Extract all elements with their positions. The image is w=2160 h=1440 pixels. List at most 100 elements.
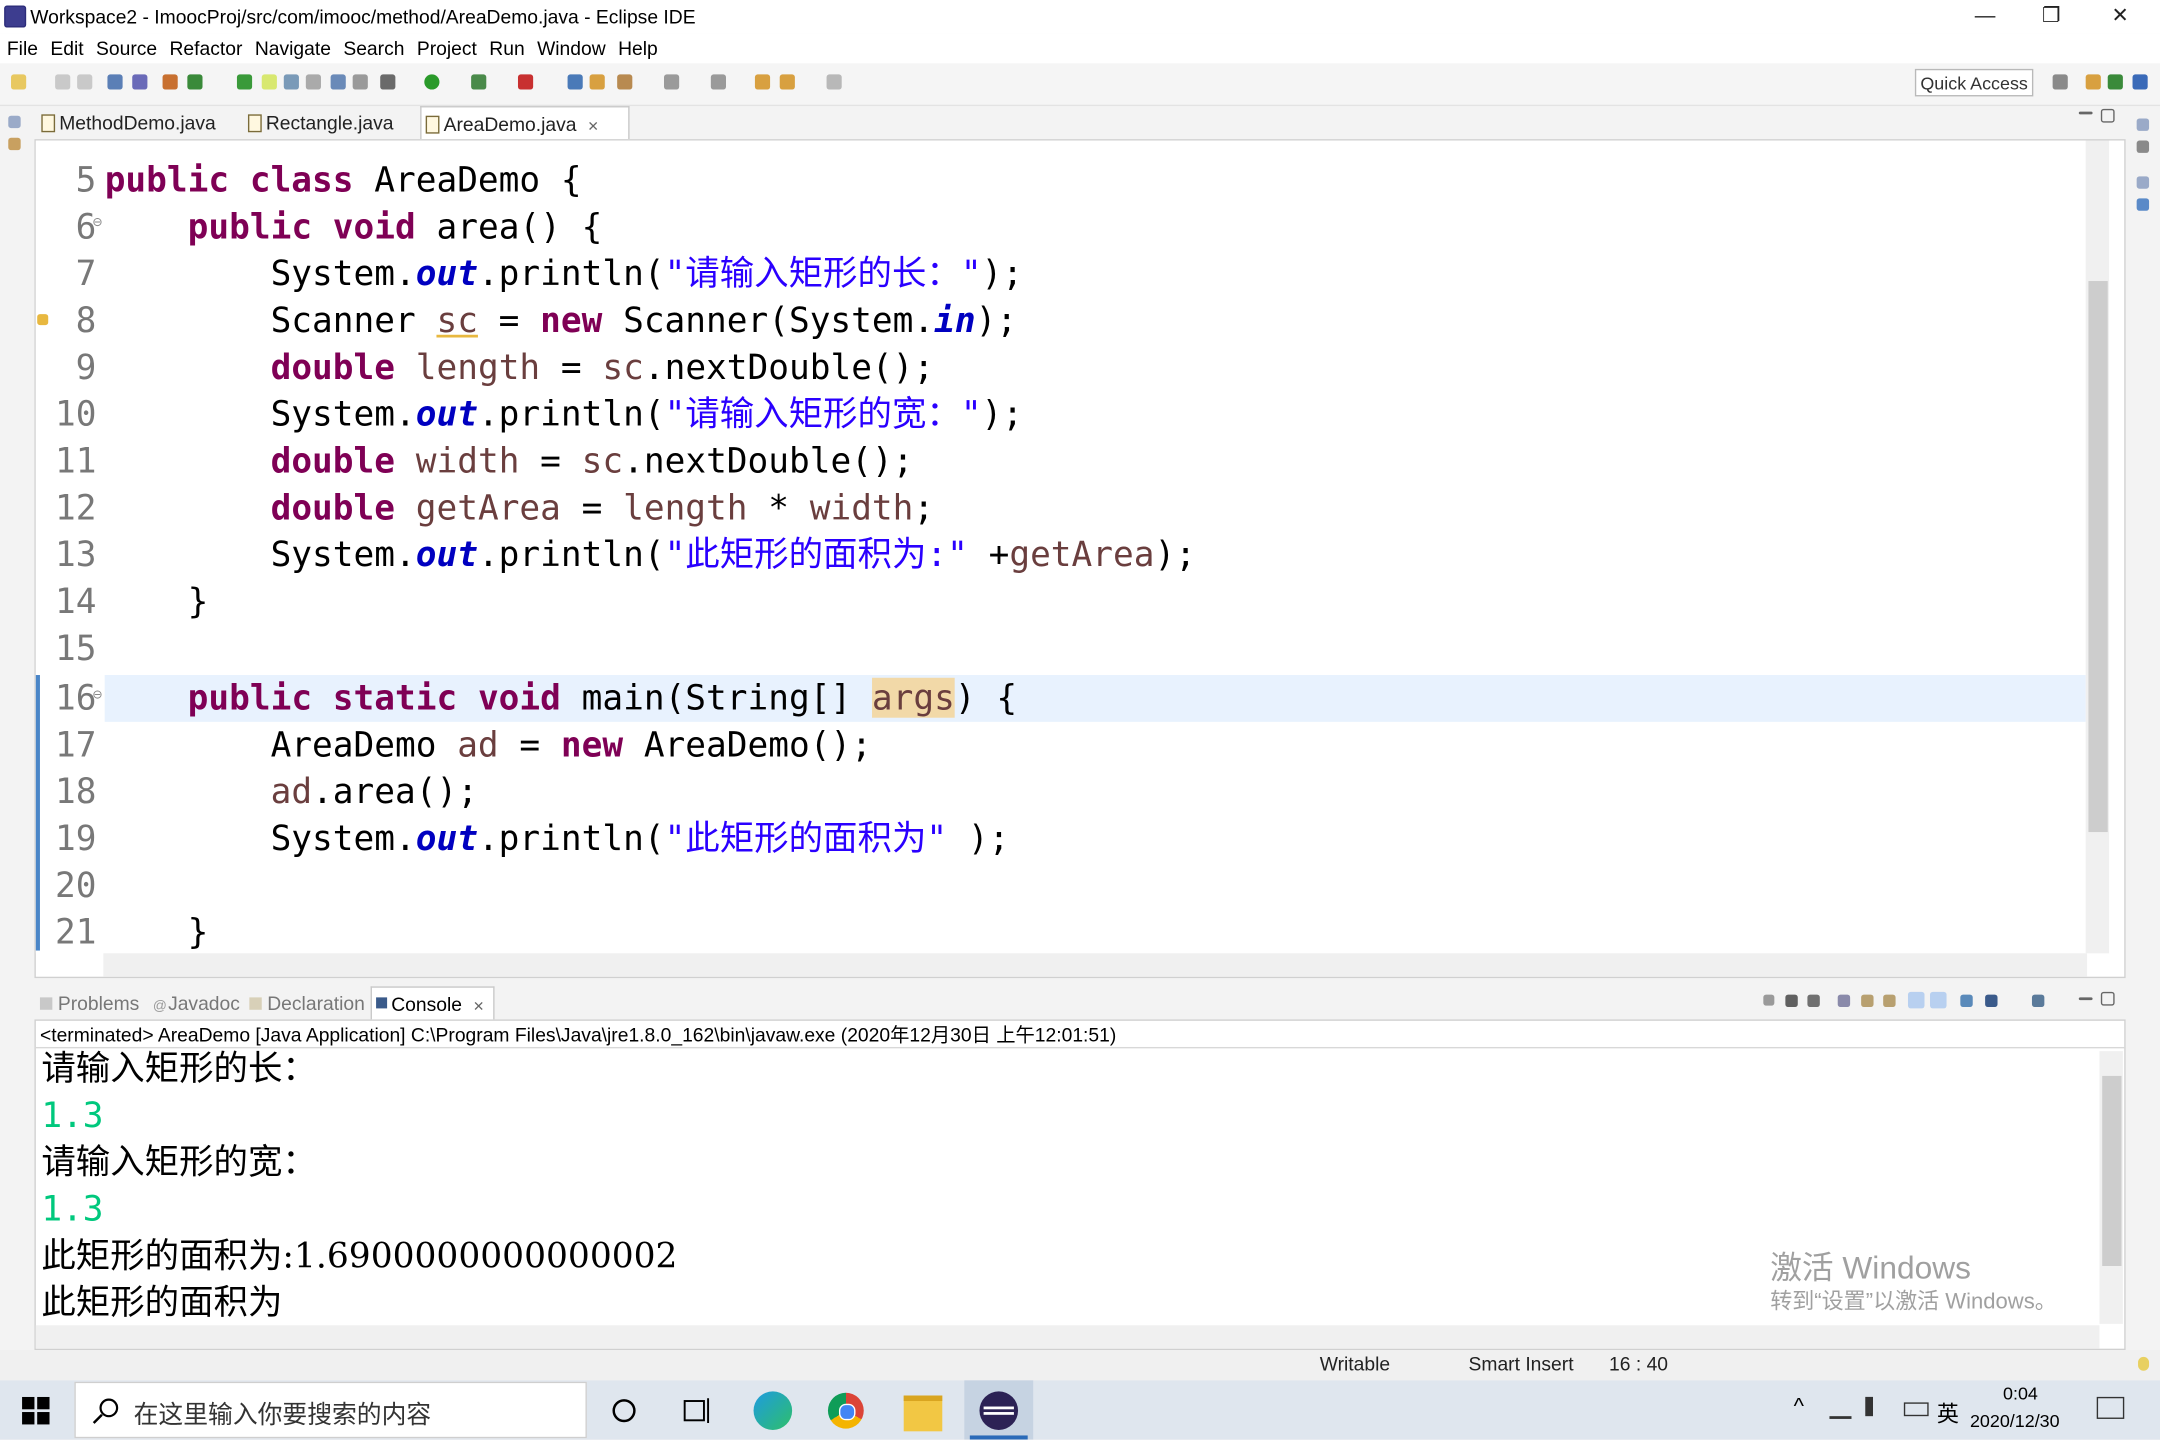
show-on-stdout-icon[interactable] bbox=[1907, 991, 1925, 1009]
refresh-icon[interactable] bbox=[187, 74, 203, 90]
menu-edit[interactable]: Edit bbox=[43, 33, 89, 59]
remove-all-icon[interactable] bbox=[1807, 994, 1820, 1008]
battery-icon[interactable] bbox=[1903, 1402, 1929, 1417]
open-console-icon[interactable] bbox=[2031, 994, 2045, 1008]
debug-icon[interactable] bbox=[236, 74, 253, 90]
maximize-console-icon[interactable] bbox=[2100, 991, 2115, 1006]
java-editor[interactable]: 5 6 7 8 9 10 11 12 13 14 15 16 17 18 19 … bbox=[34, 139, 2126, 979]
restore-button[interactable]: ❐ bbox=[2020, 0, 2083, 33]
tab-close-icon[interactable]: ✕ bbox=[587, 120, 599, 135]
search-tool-icon[interactable] bbox=[617, 74, 633, 90]
back-arrow-icon[interactable] bbox=[779, 74, 795, 90]
debug-run-icon[interactable] bbox=[380, 74, 396, 90]
fold-icon[interactable]: ⊖ bbox=[92, 687, 102, 702]
clock-date[interactable]: 2020/12/30 bbox=[1970, 1411, 2060, 1432]
show-hidden-icons-icon[interactable]: ^ bbox=[1794, 1396, 1804, 1421]
volume-icon[interactable] bbox=[1865, 1396, 1885, 1417]
menu-navigate[interactable]: Navigate bbox=[248, 33, 337, 59]
display-console-icon[interactable] bbox=[1985, 994, 1998, 1008]
external-tools-icon[interactable] bbox=[517, 74, 534, 90]
java-perspective-icon[interactable] bbox=[2132, 74, 2148, 90]
network-icon[interactable] bbox=[1829, 1397, 1852, 1419]
editor-scroll-thumb[interactable] bbox=[2088, 281, 2108, 833]
insert-mode-status[interactable]: Smart Insert bbox=[1469, 1353, 1574, 1375]
tab-javadoc[interactable]: @Javadoc bbox=[153, 986, 240, 1019]
console-horizontal-scrollbar[interactable] bbox=[35, 1325, 2100, 1349]
tab-areademo[interactable]: AreaDemo.java ✕ bbox=[420, 106, 630, 140]
pin-console-icon[interactable] bbox=[1960, 994, 1973, 1008]
close-button[interactable]: ✕ bbox=[2088, 0, 2151, 33]
word-wrap-icon[interactable] bbox=[283, 74, 299, 90]
coverage-icon[interactable] bbox=[471, 74, 487, 90]
maximize-editor-icon[interactable] bbox=[2100, 108, 2115, 123]
annotation-icon[interactable] bbox=[330, 74, 346, 90]
notification-icon[interactable] bbox=[2096, 1396, 2125, 1419]
minimize-console-icon[interactable] bbox=[2078, 997, 2093, 1001]
cortana-icon[interactable] bbox=[610, 1397, 638, 1425]
menu-run[interactable]: Run bbox=[482, 33, 530, 59]
save-icon[interactable] bbox=[55, 74, 71, 90]
editor-horizontal-scrollbar[interactable] bbox=[103, 953, 2088, 977]
menu-source[interactable]: Source bbox=[89, 33, 163, 59]
taskbar-search-box[interactable]: 在这里输入你要搜索的内容 bbox=[74, 1381, 587, 1439]
menu-refactor[interactable]: Refactor bbox=[163, 33, 248, 59]
edge-icon[interactable] bbox=[753, 1391, 793, 1430]
restore-right-view-icon[interactable] bbox=[2136, 118, 2150, 131]
tab-methoddemo[interactable]: MethodDemo.java bbox=[37, 106, 266, 139]
cursor-position-status[interactable]: 16 : 40 bbox=[1609, 1353, 1668, 1375]
menu-project[interactable]: Project bbox=[410, 33, 482, 59]
tab-problems[interactable]: Problems bbox=[39, 986, 139, 1019]
whitespace-icon[interactable] bbox=[352, 74, 368, 90]
eclipse-taskbar-item[interactable] bbox=[964, 1380, 1034, 1440]
remove-launch-icon[interactable] bbox=[1785, 994, 1798, 1008]
tab-close-icon[interactable]: ✕ bbox=[473, 1000, 485, 1015]
console-scroll-thumb[interactable] bbox=[2102, 1075, 2122, 1267]
mark-occurrences-icon[interactable] bbox=[261, 74, 277, 90]
menu-file[interactable]: File bbox=[0, 33, 43, 59]
package-explorer-icon[interactable] bbox=[8, 137, 21, 151]
restore-view-icon[interactable] bbox=[8, 115, 21, 129]
print-icon[interactable] bbox=[107, 74, 123, 90]
fold-icon[interactable]: ⊖ bbox=[92, 215, 102, 230]
tab-console[interactable]: Console ✕ bbox=[370, 986, 495, 1020]
quick-access-input[interactable]: Quick Access bbox=[1914, 68, 2034, 97]
scroll-lock-icon[interactable] bbox=[1861, 994, 1874, 1008]
new-icon[interactable] bbox=[11, 74, 27, 90]
clock-time[interactable]: 0:04 bbox=[2003, 1383, 2038, 1404]
console-output[interactable]: <terminated> AreaDemo [Java Application]… bbox=[34, 1019, 2126, 1351]
word-wrap-console-icon[interactable] bbox=[1883, 994, 1896, 1008]
debug-perspective-icon[interactable] bbox=[2107, 74, 2123, 90]
build-icon[interactable] bbox=[162, 74, 178, 90]
open-type-icon[interactable] bbox=[589, 74, 605, 90]
ime-indicator[interactable]: 英 bbox=[1937, 1396, 1959, 1429]
open-perspective-icon[interactable] bbox=[2052, 74, 2068, 90]
run-icon[interactable] bbox=[424, 74, 440, 90]
tip-bulb-icon[interactable] bbox=[2138, 1356, 2150, 1371]
minimize-button[interactable]: — bbox=[1953, 0, 2016, 33]
outline-icon[interactable] bbox=[2136, 140, 2150, 153]
menu-window[interactable]: Window bbox=[530, 33, 611, 59]
terminate-icon[interactable] bbox=[1763, 994, 1775, 1006]
minimize-editor-icon[interactable] bbox=[2078, 111, 2093, 115]
show-on-stderr-icon[interactable] bbox=[1930, 991, 1947, 1009]
tab-rectangle[interactable]: Rectangle.java bbox=[244, 106, 442, 139]
skip-breakpoints-icon[interactable] bbox=[132, 74, 148, 90]
forward-icon[interactable] bbox=[826, 74, 842, 90]
restore-task-view-icon[interactable] bbox=[2136, 176, 2150, 189]
next-annotation-icon[interactable] bbox=[664, 74, 680, 90]
save-all-icon[interactable] bbox=[77, 74, 93, 90]
windows-start-icon[interactable] bbox=[22, 1396, 50, 1425]
last-edit-icon[interactable] bbox=[710, 74, 726, 90]
explorer-icon[interactable] bbox=[903, 1395, 943, 1432]
clear-console-icon[interactable] bbox=[1837, 994, 1851, 1008]
menu-help[interactable]: Help bbox=[611, 33, 663, 59]
back-icon[interactable] bbox=[754, 74, 771, 90]
block-select-icon[interactable] bbox=[305, 74, 321, 90]
task-view-icon[interactable] bbox=[681, 1396, 711, 1426]
menu-search[interactable]: Search bbox=[336, 33, 410, 59]
chrome-icon[interactable] bbox=[827, 1392, 864, 1429]
new-java-project-icon[interactable] bbox=[567, 74, 583, 90]
tab-declaration[interactable]: Declaration bbox=[249, 986, 365, 1019]
java-ee-perspective-icon[interactable] bbox=[2085, 74, 2101, 90]
task-list-icon[interactable] bbox=[2136, 198, 2150, 211]
